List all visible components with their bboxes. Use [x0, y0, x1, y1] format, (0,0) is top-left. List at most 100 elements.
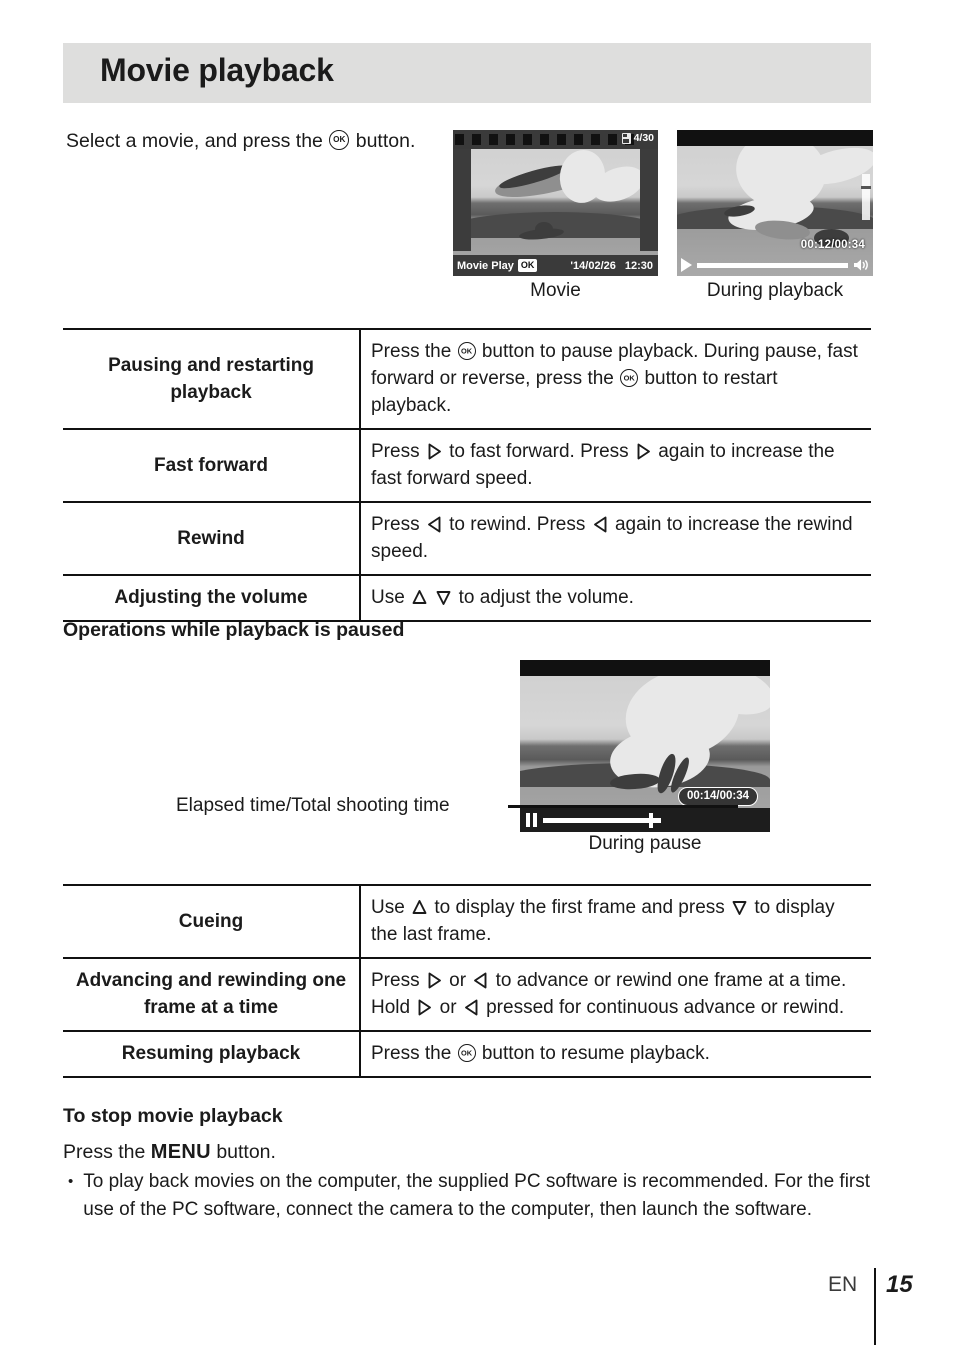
arrow-left-icon: [464, 999, 479, 1016]
arrow-up-icon: [412, 589, 427, 606]
desc-part: Use: [371, 587, 405, 608]
film-sprockets: [455, 134, 634, 145]
pause-top-bar: [520, 660, 770, 676]
movie-datetime-group: '14/02/26 12:30: [570, 260, 658, 272]
progress-handle[interactable]: [649, 812, 653, 828]
arrow-left-icon: [593, 516, 608, 533]
row-desc-pausing: Press the button to pause playback. Duri…: [360, 328, 871, 430]
arrow-down-icon: [436, 589, 451, 606]
desc-part: again to increase the rewind speed.: [371, 514, 853, 562]
playback-operations-table: Pausing and restarting playback Press th…: [63, 328, 871, 622]
footer-language-code: EN: [828, 1273, 858, 1296]
table-row: Adjusting the volume Use to adjust the v…: [63, 574, 871, 622]
caption-during-playback: During playback: [706, 280, 844, 301]
menu-button-label: MENU: [150, 1141, 211, 1163]
movie-time: 12:30: [624, 259, 653, 272]
instruction-before: Press the: [63, 1141, 146, 1163]
movie-mode-group: Movie Play OK: [453, 259, 538, 272]
desc-part: to fast forward. Press: [449, 441, 629, 462]
movie-status-bar: Movie Play OK '14/02/26 12:30: [453, 255, 658, 276]
playback-control-bar: [677, 254, 873, 276]
caption-movie: Movie: [530, 280, 581, 301]
volume-slider[interactable]: [861, 174, 871, 220]
desc-part: Press the: [371, 1043, 452, 1064]
desc-part: Use: [371, 897, 405, 918]
footer-page-number: 15: [886, 1271, 913, 1298]
instruction-after: button.: [216, 1141, 276, 1163]
row-label-volume: Adjusting the volume: [63, 574, 361, 622]
table-row: Advancing and rewinding one frame at a t…: [63, 957, 871, 1032]
desc-part: to rewind. Press: [449, 514, 586, 535]
arrow-down-icon: [732, 899, 747, 916]
play-icon[interactable]: [681, 258, 692, 272]
movie-date: '14/02/26: [570, 259, 616, 272]
arrow-left-icon: [473, 972, 488, 989]
page-title: Movie playback: [100, 52, 334, 88]
row-desc-resuming: Press the button to resume playback.: [360, 1030, 871, 1078]
table-row: Cueing Use to display the first frame an…: [63, 884, 871, 959]
playback-progress-track[interactable]: [697, 262, 848, 268]
ok-button-icon: [457, 1044, 476, 1062]
row-desc-advancing: Press or to advance or rewind one frame …: [360, 957, 871, 1032]
ok-button-icon: [620, 369, 639, 387]
desc-part: pressed for continuous advance or rewind…: [486, 997, 845, 1018]
movie-mode-label: Movie Play: [457, 259, 514, 272]
film-strip-bar: 4/30: [453, 130, 658, 149]
stop-instruction: Press the MENU button.: [63, 1138, 276, 1166]
arrow-left-icon: [427, 516, 442, 533]
arrow-right-icon: [636, 443, 651, 460]
arrow-right-icon: [427, 972, 442, 989]
callout-leader-line: [508, 805, 738, 808]
pause-progress-track[interactable]: [543, 812, 661, 828]
row-desc-fast-forward: Press to fast forward. Press again to in…: [360, 428, 871, 503]
desc-part: Press: [371, 514, 420, 535]
arrow-right-icon: [427, 443, 442, 460]
speaker-icon: [853, 258, 869, 272]
playback-top-bar: [677, 130, 873, 146]
desc-part: or: [439, 997, 457, 1018]
ok-button-icon: [457, 342, 476, 360]
table-row: Fast forward Press to fast forward. Pres…: [63, 428, 871, 503]
desc-part: to adjust the volume.: [458, 587, 634, 608]
table-row: Rewind Press to rewind. Press again to i…: [63, 501, 871, 576]
row-desc-rewind: Press to rewind. Press again to increase…: [360, 501, 871, 576]
screen-right-rail: [640, 149, 658, 251]
row-label-pausing: Pausing and restarting playback: [63, 328, 361, 430]
pause-icon[interactable]: [526, 813, 537, 827]
intro-text-after: button.: [355, 130, 416, 152]
row-desc-volume: Use to adjust the volume.: [360, 574, 871, 622]
camera-screen-during-playback: 00:12/00:34: [677, 130, 873, 276]
desc-part: Press: [371, 970, 420, 991]
row-label-resuming: Resuming playback: [63, 1030, 361, 1078]
ok-button-icon: [329, 130, 350, 150]
paused-operations-table: Cueing Use to display the first frame an…: [63, 884, 871, 1078]
desc-part: button to resume playback.: [481, 1043, 710, 1064]
note-bullet: • To play back movies on the computer, t…: [68, 1168, 873, 1224]
section-heading-paused: Operations while playback is paused: [63, 619, 405, 641]
frame-counter: 4/30: [621, 132, 654, 145]
row-label-advancing: Advancing and rewinding one frame at a t…: [63, 957, 361, 1032]
desc-part: to display the first frame and press: [434, 897, 725, 918]
camera-screen-movie: 4/30 Movie Play OK '14/02/26 12:30: [453, 130, 658, 276]
section-heading-stop: To stop movie playback: [63, 1105, 283, 1127]
pause-control-bar: [520, 808, 770, 832]
intro-paragraph: Select a movie, and press the button.: [66, 127, 446, 156]
footer-divider: [874, 1268, 877, 1345]
row-label-fast-forward: Fast forward: [63, 428, 361, 503]
table-row: Resuming playback Press the button to re…: [63, 1030, 871, 1078]
frame-count-value: 4/30: [633, 132, 654, 145]
desc-part: or: [449, 970, 467, 991]
table-row: Pausing and restarting playback Press th…: [63, 328, 871, 430]
playback-timecode: 00:12/00:34: [800, 239, 865, 251]
desc-part: Press: [371, 441, 420, 462]
row-label-rewind: Rewind: [63, 501, 361, 576]
ok-badge-icon: OK: [517, 259, 538, 272]
arrow-up-icon: [412, 899, 427, 916]
memory-card-icon: [621, 133, 631, 144]
caption-during-pause: During pause: [588, 833, 702, 854]
screen-left-rail: [453, 149, 471, 251]
desc-part: Press the: [371, 341, 452, 362]
row-desc-cueing: Use to display the first frame and press…: [360, 884, 871, 959]
intro-text-before: Select a movie, and press the: [66, 130, 323, 152]
pause-timecode: 00:14/00:34: [677, 786, 758, 806]
